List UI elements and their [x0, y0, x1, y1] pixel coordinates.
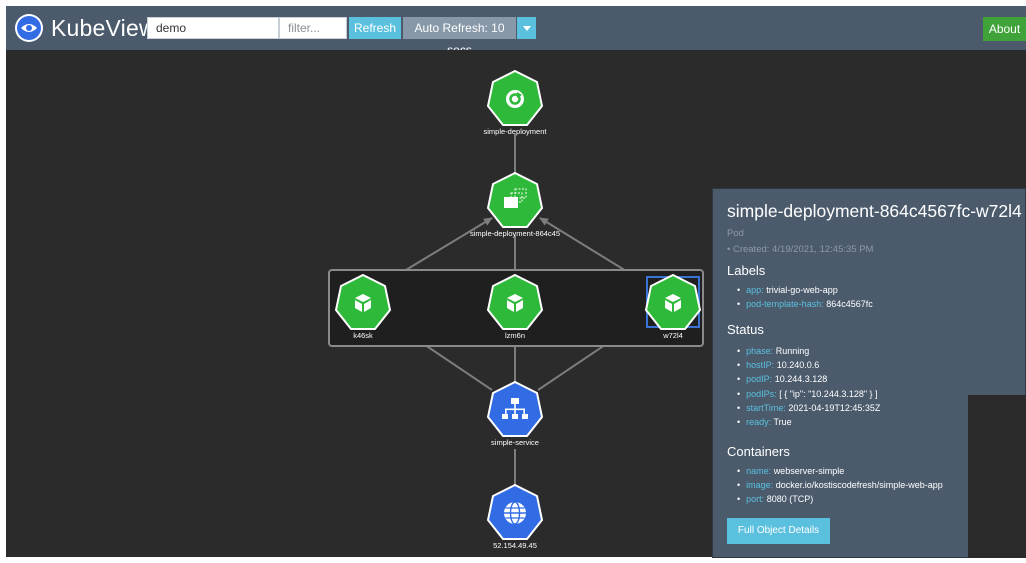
node-label-pod-lzm6n: lzm6n — [504, 331, 525, 340]
labels-heading: Labels — [727, 263, 766, 278]
list-item: phase: Running — [737, 344, 880, 358]
auto-refresh-dropdown[interactable] — [517, 17, 536, 39]
containers-heading: Containers — [727, 444, 790, 459]
list-item: app: trivial-go-web-app — [737, 283, 873, 297]
node-label-replicaset: simple-deployment-864c45 — [469, 229, 561, 238]
status-list: phase: Running hostIP: 10.240.0.6 podIP:… — [737, 344, 880, 429]
node-service — [486, 380, 544, 437]
panel-created: • Created: 4/19/2021, 12:45:35 PM — [727, 244, 874, 255]
list-item: port: 8080 (TCP) — [737, 492, 943, 506]
list-item: hostIP: 10.240.0.6 — [737, 358, 880, 372]
node-label-deployment: simple-deployment — [483, 127, 547, 136]
filter-input[interactable]: filter... — [279, 17, 347, 39]
labels-list: app: trivial-go-web-app pod-template-has… — [737, 283, 873, 311]
full-object-details-button[interactable]: Full Object Details — [727, 518, 830, 544]
node-replicaset — [486, 171, 544, 228]
brand[interactable]: KubeView — [15, 12, 156, 44]
eye-icon — [15, 14, 43, 42]
auto-refresh-button[interactable]: Auto Refresh: 10 secs — [403, 17, 516, 57]
list-item: podIP: 10.244.3.128 — [737, 372, 880, 386]
panel-kind: Pod — [727, 228, 744, 239]
list-item: ready: True — [737, 415, 880, 429]
node-label-service: simple-service — [491, 438, 539, 447]
list-item: startTime: 2021-04-19T12:45:35Z — [737, 401, 880, 415]
containers-list: name: webserver-simple image: docker.io/… — [737, 464, 943, 507]
caret-down-icon — [522, 26, 531, 32]
node-deployment — [486, 69, 544, 126]
refresh-icon — [506, 90, 524, 108]
list-item: pod-template-hash: 864c4567fc — [737, 297, 873, 311]
top-navbar: KubeView demo filter... Refresh Auto Ref… — [6, 6, 1026, 57]
status-heading: Status — [727, 322, 764, 337]
namespace-input[interactable]: demo — [147, 17, 279, 39]
node-ip — [486, 483, 544, 540]
about-button[interactable]: About — [983, 17, 1026, 41]
node-label-pod-k46sk: k46sk — [353, 331, 373, 340]
node-label-ip: 52.154.49.45 — [493, 541, 537, 550]
list-item: podIPs: [ { "ip": "10.244.3.128" } ] — [737, 387, 880, 401]
panel-overlap-area — [968, 395, 1026, 558]
list-item: name: webserver-simple — [737, 464, 943, 478]
panel-title: simple-deployment-864c4567fc-w72l4 — [727, 201, 1022, 221]
list-item: image: docker.io/kostiscodefresh/simple-… — [737, 478, 943, 492]
globe-icon — [504, 501, 526, 525]
brand-title: KubeView — [51, 14, 156, 41]
refresh-button[interactable]: Refresh — [349, 17, 401, 39]
